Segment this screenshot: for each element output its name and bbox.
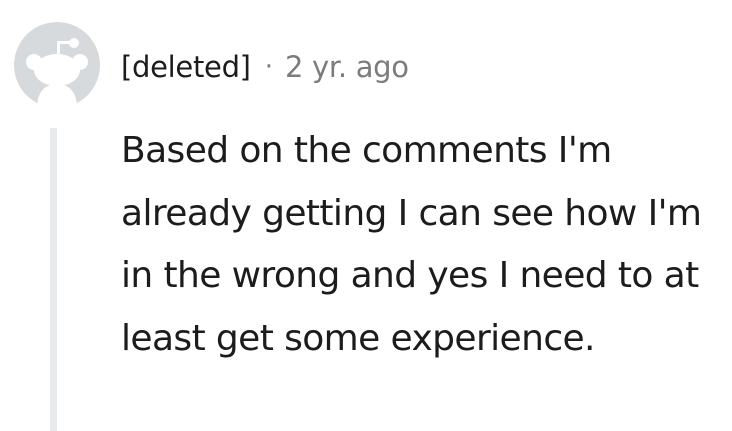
comment-header: [deleted] · 2 yr. ago [121, 44, 409, 90]
thread-collapse-line[interactable] [50, 128, 57, 431]
comment-body: Based on the comments I'm already gettin… [121, 130, 702, 359]
author-name[interactable]: [deleted] [121, 50, 251, 84]
deleted-user-avatar-icon[interactable] [14, 22, 100, 108]
comment-timestamp[interactable]: 2 yr. ago [285, 50, 409, 84]
separator-dot: · [264, 52, 273, 82]
